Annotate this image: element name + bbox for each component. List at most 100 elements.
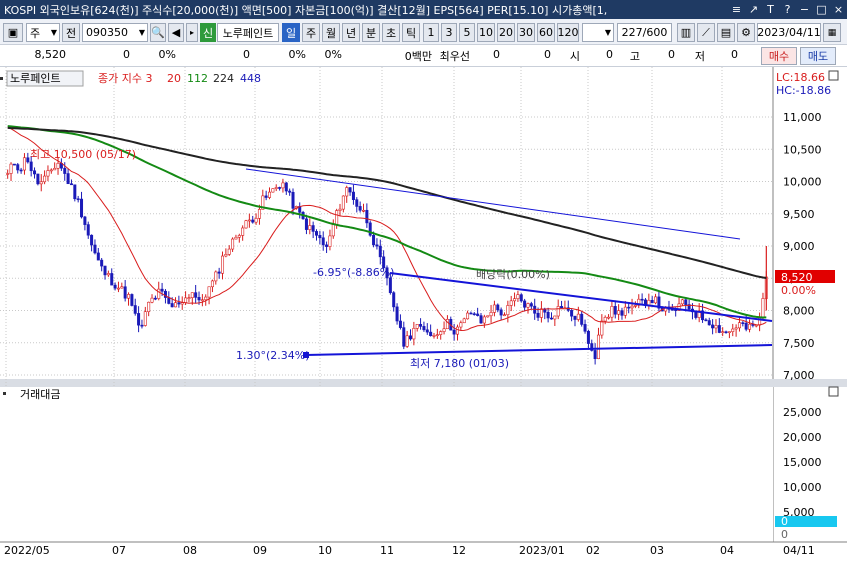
candle [257, 209, 261, 219]
candle [113, 284, 117, 289]
candle [627, 306, 631, 309]
candle [573, 315, 577, 320]
candle [234, 236, 238, 240]
buy-button[interactable]: 매수 [761, 47, 797, 65]
candle [748, 323, 752, 330]
quote-volume: 0 [243, 48, 250, 61]
count-display[interactable]: 227/600 [617, 23, 672, 42]
candle [506, 305, 510, 316]
candle [526, 303, 530, 308]
interval-60-button[interactable]: 60 [537, 23, 555, 42]
interval-5-button[interactable]: 5 [459, 23, 475, 42]
candle [268, 191, 272, 198]
candle [610, 306, 614, 318]
link-icon[interactable]: ↗ [745, 0, 762, 19]
candle [472, 313, 476, 316]
interval-10-button[interactable]: 10 [477, 23, 495, 42]
interval-20-button[interactable]: 20 [497, 23, 515, 42]
type-select[interactable]: 주 ▼ [26, 23, 60, 42]
candle [607, 316, 611, 319]
all-button[interactable]: 전 [62, 23, 80, 42]
candle [469, 312, 473, 315]
candle [640, 298, 644, 301]
price-y-tick: 9,500 [783, 208, 815, 221]
screen-icon[interactable]: ▣ [3, 23, 23, 42]
interval-120-button[interactable]: 120 [557, 23, 579, 42]
period-month-button[interactable]: 월 [322, 23, 340, 42]
price-volume-chart[interactable]: 노루페인트 종가 지수 3 20 112 224 448 LC:18.66 HC… [0, 67, 847, 559]
price-y-tick: 10,000 [783, 176, 822, 189]
candle [519, 294, 523, 302]
candle [378, 245, 382, 258]
prev-icon[interactable]: ▸ [186, 23, 198, 42]
speaker-icon[interactable]: ◀ [168, 23, 184, 42]
count-max: /600 [642, 26, 668, 39]
close-icon[interactable]: × [830, 0, 847, 19]
candle [315, 231, 319, 236]
text-icon[interactable]: T [762, 0, 779, 19]
bar-chart-icon[interactable]: ▥ [677, 23, 695, 42]
candle [351, 191, 355, 200]
candle [187, 297, 191, 299]
candle [617, 310, 621, 315]
candle [442, 328, 446, 332]
search-icon[interactable]: 🔍 [150, 23, 166, 42]
date-input[interactable]: 2023/04/11 [757, 23, 821, 42]
candle [459, 322, 463, 328]
gear-icon[interactable]: ⚙ [737, 23, 755, 42]
close-volume-panel-icon[interactable] [828, 386, 839, 397]
candle [727, 331, 731, 333]
period-year-button[interactable]: 년 [342, 23, 360, 42]
candle [432, 335, 436, 337]
candle [100, 259, 104, 267]
candle [731, 328, 735, 332]
candle [6, 173, 10, 175]
stock-name-field[interactable]: 노루페인트 [217, 23, 279, 42]
period-week-button[interactable]: 주 [302, 23, 320, 42]
candle [227, 248, 231, 255]
candle [22, 157, 26, 171]
candle [26, 157, 30, 163]
candle [486, 315, 490, 318]
candle [741, 322, 745, 324]
minimize-icon[interactable]: − [796, 0, 813, 19]
interval-1-button[interactable]: 1 [423, 23, 439, 42]
interval-input[interactable]: ▼ [582, 23, 614, 42]
period-day-button[interactable]: 일 [282, 23, 300, 42]
current-price-label: 8,520 [781, 271, 813, 284]
calendar-icon[interactable]: ▦ [823, 23, 841, 42]
sell-button[interactable]: 매도 [800, 47, 836, 65]
period-second-button[interactable]: 초 [382, 23, 400, 42]
candle [210, 280, 214, 288]
close-panel-icon[interactable] [828, 70, 839, 81]
draw-line-icon[interactable]: ⟋ [697, 23, 715, 42]
candle [338, 208, 342, 211]
legend-ma20: 20 [167, 72, 181, 85]
candle [328, 235, 332, 247]
volume-panel-marker [3, 392, 6, 395]
price-y-tick: 8,000 [783, 305, 815, 318]
period-tick-button[interactable]: 틱 [402, 23, 420, 42]
quote-amount-rate: 0% [324, 48, 342, 61]
candle [96, 252, 100, 261]
candle [130, 294, 134, 306]
candle [613, 306, 617, 315]
code-input[interactable]: 090350 ▼ [82, 23, 148, 42]
candle [372, 234, 376, 246]
menu-icon[interactable]: ≡ [728, 0, 745, 19]
candle [476, 313, 480, 316]
candle [516, 294, 520, 299]
candle [419, 324, 423, 327]
candle [143, 311, 147, 326]
candle [194, 292, 198, 298]
candle [288, 190, 292, 193]
period-minute-button[interactable]: 분 [362, 23, 380, 42]
candle [549, 317, 553, 320]
maximize-icon[interactable]: □ [813, 0, 830, 19]
candle [335, 210, 339, 225]
save-icon[interactable]: ▤ [717, 23, 735, 42]
interval-3-button[interactable]: 3 [441, 23, 457, 42]
help-icon[interactable]: ? [779, 0, 796, 19]
interval-30-button[interactable]: 30 [517, 23, 535, 42]
price-y-tick: 9,000 [783, 240, 815, 253]
